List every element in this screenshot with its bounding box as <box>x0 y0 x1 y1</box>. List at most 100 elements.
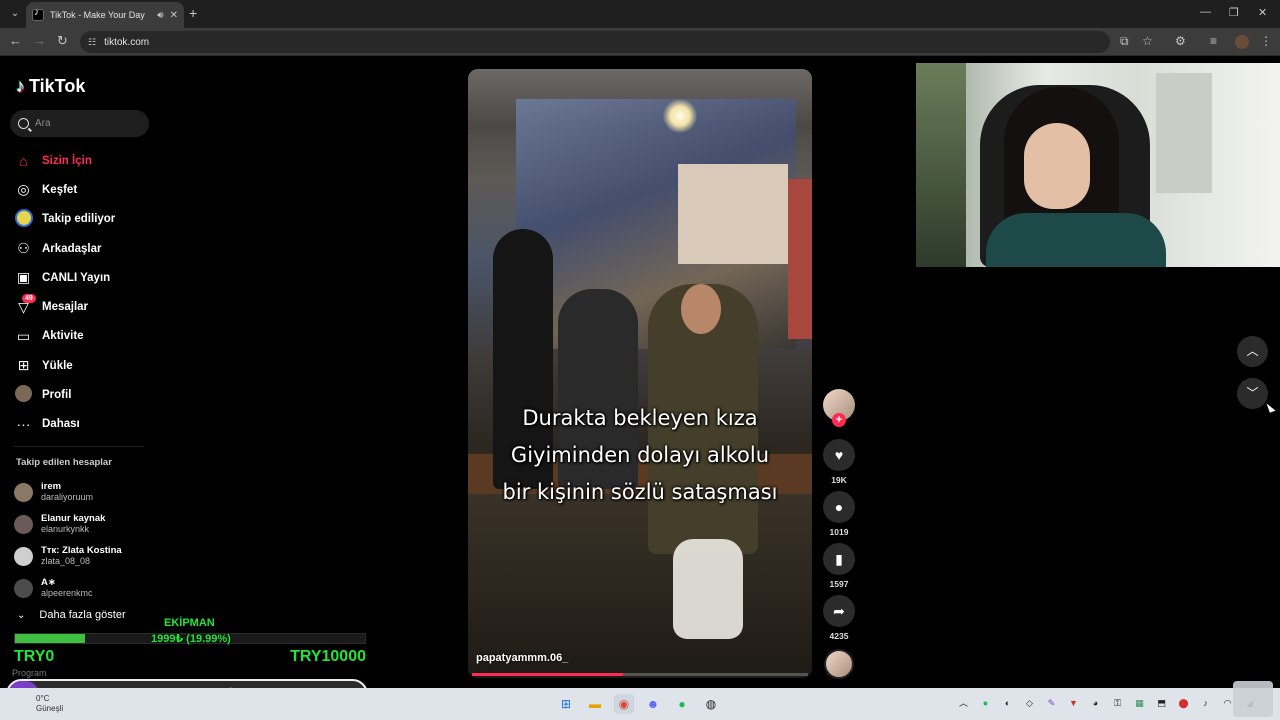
tray-steam-icon[interactable]: ◐ <box>1000 696 1015 711</box>
taskbar-clock[interactable] <box>1233 681 1273 717</box>
sidebar-item-friends[interactable]: ⚇ Arkadaşlar <box>14 234 154 263</box>
reload-icon[interactable]: ↻ <box>57 34 68 48</box>
sidebar-item-label: Profil <box>42 389 72 402</box>
screen: ⌄ TikTok - Make Your Day 🔊︎ ✕ + — ❐ ✕ ← … <box>0 0 1280 720</box>
cast-icon[interactable]: ⧉ <box>1120 34 1129 49</box>
webcam-person-face <box>1024 123 1090 209</box>
site-info-icon[interactable]: ☷ <box>88 37 96 48</box>
back-icon[interactable]: ← <box>9 34 22 48</box>
tray-spotify-icon[interactable]: ● <box>978 696 993 711</box>
sidebar-item-label: Dahası <box>42 418 80 431</box>
tray-update-icon[interactable]: ⬒ <box>1154 696 1169 711</box>
restore-button[interactable]: ❐ <box>1229 6 1239 19</box>
tray-network-icon[interactable]: ⚿ <box>1110 696 1125 711</box>
video-player[interactable]: Durakta bekleyen kıza Giyiminden dolayı … <box>468 69 812 678</box>
extensions-icon[interactable]: ⚙ <box>1175 34 1186 48</box>
tray-mic-icon[interactable]: ♪ <box>1198 696 1213 711</box>
search-input[interactable]: Ara <box>10 110 149 137</box>
share-icon[interactable]: ➦ <box>823 595 855 627</box>
close-window-button[interactable]: ✕ <box>1258 6 1267 19</box>
new-tab-button[interactable]: + <box>189 6 197 20</box>
like-action[interactable]: ♥ 19K <box>823 439 855 485</box>
tray-nvidia-icon[interactable]: ▦ <box>1132 696 1147 711</box>
comment-icon[interactable]: ● <box>823 491 855 523</box>
spotify-icon[interactable]: ● <box>672 694 692 714</box>
upload-icon: ⊞ <box>17 357 30 374</box>
discord-icon[interactable]: ☻ <box>643 694 663 714</box>
profile-avatar[interactable] <box>1235 35 1249 49</box>
tiktok-logo[interactable]: ♪ TikTok <box>16 76 85 97</box>
save-action[interactable]: ▮ 1597 <box>823 543 855 589</box>
account-handle: alpeerenkmc <box>41 588 93 598</box>
windows-start-icon[interactable]: ⊞ <box>556 694 576 714</box>
chrome-icon[interactable]: ◉ <box>614 694 634 714</box>
speaker-icon[interactable]: 🔊︎ <box>157 10 163 21</box>
address-bar[interactable]: ☷ tiktok.com <box>80 31 1110 53</box>
donation-goal-widget: EKİPMAN 1999₺ (19.99%) TRY0 TRY10000 <box>14 617 366 665</box>
sidebar-item-upload[interactable]: ⊞ Yükle <box>14 351 154 380</box>
author-avatar[interactable]: + <box>823 389 855 427</box>
browser-nav-bar: ← → ↻ ☷ tiktok.com ⧉ ☆ ⚙ ≡ ⋮ <box>0 28 1280 56</box>
account-handle: zlata_08_08 <box>41 556 91 566</box>
menu-dots-icon[interactable]: ⋮ <box>1260 34 1272 48</box>
sidebar-item-for-you[interactable]: ⌂ Sizin İçin <box>14 146 154 175</box>
tray-record-icon[interactable]: ⬤ <box>1176 696 1191 711</box>
windows-taskbar: 0°C Güneşli ⊞ ▬ ◉ ☻ ● ◍ ︿ ● ◐ ◇ ✎ ▼ ◕ ⚿ … <box>0 688 1280 720</box>
share-action[interactable]: ➦ 4235 <box>823 595 855 641</box>
share-count: 4235 <box>829 631 849 641</box>
more-icon: ··· <box>16 416 31 433</box>
tiktok-note-icon: ♪ <box>16 76 25 96</box>
caption-line: Durakta bekleyen kıza <box>522 406 758 430</box>
video-frame-face <box>681 284 721 334</box>
obs-icon[interactable]: ◍ <box>701 694 721 714</box>
video-progress-bar[interactable] <box>472 673 808 676</box>
browser-tab[interactable]: TikTok - Make Your Day 🔊︎ ✕ <box>26 2 184 28</box>
weather-widget[interactable]: 0°C Güneşli <box>36 694 63 714</box>
minimize-button[interactable]: — <box>1200 6 1211 18</box>
system-tray: ︿ ● ◐ ◇ ✎ ▼ ◕ ⚿ ▦ ⬒ ⬤ ♪ ◠ ◢ <box>956 696 1257 711</box>
followed-accounts-title: Takip edilen hesaplar <box>16 457 112 468</box>
sidebar-item-live[interactable]: ▣ CANLI Yayın <box>14 263 154 292</box>
next-video-button[interactable]: ﹀ <box>1237 378 1268 409</box>
tray-g-icon[interactable]: ◕ <box>1088 696 1103 711</box>
tray-chevron-up-icon[interactable]: ︿ <box>956 696 971 711</box>
sidebar-item-more[interactable]: ··· Dahası <box>14 410 154 439</box>
tray-shield-icon[interactable]: ▼ <box>1066 696 1081 711</box>
tab-close-icon[interactable]: ✕ <box>170 10 178 21</box>
sidebar-item-activity[interactable]: ▭ Aktivite <box>14 322 154 351</box>
sidebar-item-messages[interactable]: ▽ 49 Mesajlar <box>14 292 154 321</box>
sidebar-item-profile[interactable]: Profil <box>14 380 154 409</box>
follow-plus-icon[interactable]: + <box>832 413 846 427</box>
tab-search-chevron-icon[interactable]: ⌄ <box>6 5 24 23</box>
bookmark-icon[interactable]: ▮ <box>823 543 855 575</box>
video-watermark: papatyammm.06_ <box>476 652 569 664</box>
sidebar-item-explore[interactable]: ◎ Keşfet <box>14 175 154 204</box>
music-disc-avatar[interactable] <box>824 649 854 679</box>
sidebar-item-label: Sizin İçin <box>42 154 92 167</box>
tray-pen-icon[interactable]: ✎ <box>1044 696 1059 711</box>
tray-controller-icon[interactable]: ◇ <box>1022 696 1037 711</box>
file-explorer-icon[interactable]: ▬ <box>585 694 605 714</box>
media-controls-icon[interactable]: ≡ <box>1210 34 1217 48</box>
account-name: Tтк: Zlata Kostina <box>41 545 122 556</box>
sidebar-item-following[interactable]: Takip ediliyor <box>14 205 154 234</box>
weather-desc: Güneşli <box>36 704 64 713</box>
heart-icon[interactable]: ♥ <box>823 439 855 471</box>
list-item[interactable]: A∗ alpeerenkmc <box>14 572 154 604</box>
activity-icon: ▭ <box>16 327 31 344</box>
forward-icon[interactable]: → <box>33 34 46 48</box>
list-item[interactable]: Tтк: Zlata Kostina zlata_08_08 <box>14 540 154 572</box>
webcam-shelf <box>1156 73 1212 193</box>
list-item[interactable]: irem daraliyoruum <box>14 476 154 508</box>
video-frame-floor <box>468 494 812 678</box>
previous-video-button[interactable]: ︿ <box>1237 336 1268 367</box>
webcam-person-body <box>986 213 1166 267</box>
list-item[interactable]: Elanur kaynak elanurkynkk <box>14 508 154 540</box>
bookmark-star-icon[interactable]: ☆ <box>1142 34 1153 48</box>
comment-action[interactable]: ● 1019 <box>823 491 855 537</box>
goal-percent: 1999₺ (19.99%) <box>151 633 231 645</box>
url-text: tiktok.com <box>104 36 150 48</box>
account-name: irem <box>41 481 62 492</box>
sidebar-item-label: Yükle <box>42 359 73 372</box>
search-icon <box>18 118 29 129</box>
